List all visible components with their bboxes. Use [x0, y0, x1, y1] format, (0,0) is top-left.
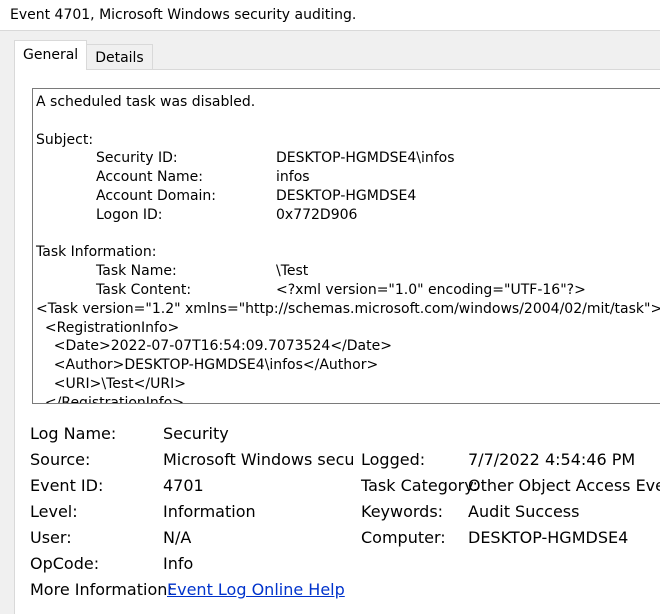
xml-line: </RegistrationInfo> — [36, 394, 184, 404]
task-name-row: Task Name: \Test — [36, 262, 660, 281]
xml-line: <URI>\Test</URI> — [36, 375, 186, 392]
task-content-label: Task Content: — [96, 281, 192, 298]
event-description-box[interactable]: A scheduled task was disabled. Subject: … — [32, 88, 660, 404]
subject-security-id: Security ID: DESKTOP-HGMDSE4\infos — [36, 149, 660, 168]
task-info-heading: Task Information: — [36, 244, 157, 261]
user-value: N/A — [163, 528, 192, 547]
xml-line: <RegistrationInfo> — [36, 319, 180, 336]
log-name-label: Log Name: — [30, 424, 117, 443]
source-value: Microsoft Windows security auditing. — [163, 450, 353, 469]
keywords-label: Keywords: — [361, 502, 444, 521]
task-content-row: Task Content: <?xml version="1.0" encodi… — [36, 281, 660, 300]
opcode-value: Info — [163, 554, 194, 573]
logon-id-label: Logon ID: — [96, 206, 163, 223]
security-id-label: Security ID: — [96, 150, 178, 167]
more-info-label: More Information: — [30, 580, 173, 599]
source-label: Source: — [30, 450, 91, 469]
task-name-label: Task Name: — [96, 263, 177, 280]
task-category-value: Other Object Access Events — [468, 476, 660, 495]
event-log-online-help-link[interactable]: Event Log Online Help — [167, 580, 345, 600]
xml-line: <Author>DESKTOP-HGMDSE4\infos</Author> — [36, 357, 379, 374]
task-name-value: \Test — [276, 263, 309, 280]
logged-value: 7/7/2022 4:54:46 PM — [468, 450, 636, 469]
subject-heading: Subject: — [36, 131, 94, 148]
log-name-value: Security — [163, 424, 229, 443]
keywords-value: Audit Success — [468, 502, 580, 521]
source-value-field: Microsoft Windows security auditing. — [163, 450, 353, 470]
account-domain-value: DESKTOP-HGMDSE4 — [276, 187, 417, 204]
level-value: Information — [163, 502, 256, 521]
task-category-label: Task Category: — [361, 476, 478, 495]
event-summary: A scheduled task was disabled. — [36, 94, 256, 110]
account-name-label: Account Name: — [96, 169, 203, 186]
security-id-value: DESKTOP-HGMDSE4\infos — [276, 150, 455, 167]
subject-account-name: Account Name: infos — [36, 168, 660, 187]
account-domain-label: Account Domain: — [96, 187, 217, 204]
logon-id-value: 0x772D906 — [276, 206, 358, 223]
computer-value: DESKTOP-HGMDSE4 — [468, 528, 629, 547]
level-label: Level: — [30, 502, 78, 521]
event-id-value: 4701 — [163, 476, 204, 495]
tab-details[interactable]: Details — [86, 44, 153, 70]
event-id-label: Event ID: — [30, 476, 104, 495]
user-label: User: — [30, 528, 72, 547]
xml-line: <Task version="1.2" xmlns="http://schema… — [36, 300, 660, 317]
xml-line: <Date>2022-07-07T16:54:09.7073524</Date> — [36, 338, 392, 355]
task-content-value: <?xml version="1.0" encoding="UTF-16"?> — [276, 281, 586, 298]
logged-label: Logged: — [361, 450, 426, 469]
subject-account-domain: Account Domain: DESKTOP-HGMDSE4 — [36, 187, 660, 206]
account-name-value: infos — [276, 169, 310, 186]
tab-strip: General Details — [14, 40, 153, 70]
window-title: Event 4701, Microsoft Windows security a… — [0, 0, 660, 31]
opcode-label: OpCode: — [30, 554, 100, 573]
subject-logon-id: Logon ID: 0x772D906 — [36, 206, 660, 225]
computer-label: Computer: — [361, 528, 446, 547]
tab-general[interactable]: General — [14, 40, 88, 70]
